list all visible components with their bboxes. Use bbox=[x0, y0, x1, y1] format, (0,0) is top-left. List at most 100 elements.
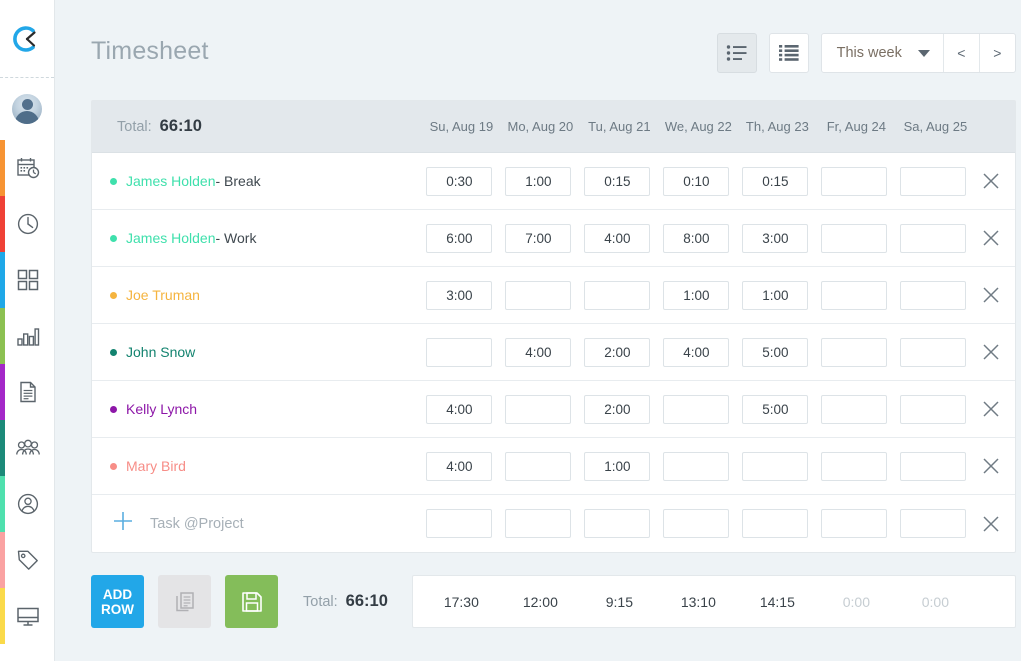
add-row-button[interactable]: ADD ROW bbox=[91, 575, 144, 628]
time-input[interactable] bbox=[426, 451, 493, 481]
delete-row-button[interactable] bbox=[975, 228, 1007, 248]
sidebar-item-reports[interactable] bbox=[0, 308, 55, 364]
time-input[interactable] bbox=[742, 509, 809, 538]
time-input[interactable] bbox=[505, 223, 572, 253]
task-user-name: James Holden bbox=[126, 230, 216, 246]
time-input[interactable] bbox=[900, 394, 967, 424]
row-label[interactable]: John Snow bbox=[92, 344, 195, 360]
time-input[interactable] bbox=[505, 394, 572, 424]
time-input[interactable] bbox=[426, 337, 493, 367]
time-input[interactable] bbox=[663, 451, 730, 481]
new-task-label[interactable]: Task @Project bbox=[92, 510, 244, 537]
group-icon bbox=[15, 439, 40, 455]
sidebar-item-calendar[interactable] bbox=[0, 140, 55, 196]
status-dot-icon bbox=[110, 291, 117, 299]
time-input[interactable] bbox=[505, 451, 572, 481]
time-cell bbox=[578, 394, 657, 424]
delete-row-button[interactable] bbox=[975, 342, 1007, 362]
time-input[interactable] bbox=[821, 280, 888, 310]
delete-row-button[interactable] bbox=[975, 285, 1007, 305]
sidebar-item-tags[interactable] bbox=[0, 532, 55, 588]
next-period-button[interactable]: > bbox=[978, 34, 1015, 72]
time-input[interactable] bbox=[742, 166, 809, 196]
row-time-cells bbox=[420, 166, 1015, 196]
time-input[interactable] bbox=[426, 166, 493, 196]
time-input[interactable] bbox=[900, 451, 967, 481]
view-toggle-detailed[interactable] bbox=[768, 33, 809, 73]
time-input[interactable] bbox=[663, 223, 730, 253]
time-input[interactable] bbox=[584, 509, 651, 538]
new-task-row: Task @Project bbox=[92, 495, 1015, 552]
time-input[interactable] bbox=[663, 337, 730, 367]
day-header: Su, Aug 19 bbox=[429, 119, 494, 134]
time-input[interactable] bbox=[426, 280, 493, 310]
time-input[interactable] bbox=[584, 394, 651, 424]
time-input[interactable] bbox=[505, 166, 572, 196]
time-input[interactable] bbox=[742, 451, 809, 481]
delete-row-button[interactable] bbox=[975, 171, 1007, 191]
row-label[interactable]: James Holden - Work bbox=[92, 230, 256, 246]
time-input[interactable] bbox=[505, 280, 572, 310]
time-input[interactable] bbox=[821, 166, 888, 196]
plus-icon bbox=[112, 510, 134, 537]
row-label[interactable]: James Holden - Break bbox=[92, 173, 261, 189]
table-row: Joe Truman bbox=[92, 267, 1015, 324]
new-task-placeholder: Task @Project bbox=[150, 515, 244, 532]
delete-row-button[interactable] bbox=[975, 399, 1007, 419]
sidebar-item-team[interactable] bbox=[0, 420, 55, 476]
time-input[interactable] bbox=[900, 337, 967, 367]
copy-button[interactable] bbox=[158, 575, 211, 628]
time-input[interactable] bbox=[584, 451, 651, 481]
time-input[interactable] bbox=[900, 166, 967, 196]
time-input[interactable] bbox=[821, 394, 888, 424]
time-input[interactable] bbox=[584, 166, 651, 196]
time-input[interactable] bbox=[742, 280, 809, 310]
time-input[interactable] bbox=[663, 509, 730, 538]
time-input[interactable] bbox=[821, 223, 888, 253]
time-input[interactable] bbox=[900, 509, 967, 538]
time-input[interactable] bbox=[663, 394, 730, 424]
row-label[interactable]: Mary Bird bbox=[92, 458, 186, 474]
row-label[interactable]: Joe Truman bbox=[92, 287, 200, 303]
time-input[interactable] bbox=[742, 394, 809, 424]
time-input[interactable] bbox=[663, 280, 730, 310]
time-input[interactable] bbox=[426, 394, 493, 424]
time-input[interactable] bbox=[584, 223, 651, 253]
sidebar-item-dashboard[interactable] bbox=[0, 252, 55, 308]
sidebar-item-kiosk[interactable] bbox=[0, 588, 55, 644]
delete-row-button[interactable] bbox=[975, 514, 1007, 534]
time-cell bbox=[578, 280, 657, 310]
time-input[interactable] bbox=[821, 337, 888, 367]
time-input[interactable] bbox=[584, 280, 651, 310]
sidebar-accent-bar bbox=[0, 476, 5, 532]
time-input[interactable] bbox=[900, 280, 967, 310]
time-input[interactable] bbox=[663, 166, 730, 196]
user-avatar[interactable] bbox=[0, 78, 54, 140]
delete-row-button[interactable] bbox=[975, 456, 1007, 476]
time-input[interactable] bbox=[742, 223, 809, 253]
time-input[interactable] bbox=[426, 509, 493, 538]
time-input[interactable] bbox=[505, 509, 572, 538]
time-cell bbox=[420, 166, 499, 196]
app-logo[interactable] bbox=[0, 0, 54, 78]
sidebar-item-time[interactable] bbox=[0, 196, 55, 252]
time-input[interactable] bbox=[505, 337, 572, 367]
sidebar-item-profile[interactable] bbox=[0, 476, 55, 532]
sidebar-accent-bar bbox=[0, 532, 5, 588]
day-total-value: 14:15 bbox=[759, 593, 795, 610]
time-input[interactable] bbox=[821, 509, 888, 538]
period-dropdown[interactable]: This week bbox=[822, 34, 943, 72]
sidebar-item-documents[interactable] bbox=[0, 364, 55, 420]
save-button[interactable] bbox=[225, 575, 278, 628]
time-input[interactable] bbox=[584, 337, 651, 367]
time-input[interactable] bbox=[821, 451, 888, 481]
previous-period-button[interactable]: < bbox=[942, 34, 979, 72]
time-cell bbox=[420, 280, 499, 310]
time-input[interactable] bbox=[426, 223, 493, 253]
time-input[interactable] bbox=[742, 337, 809, 367]
time-input[interactable] bbox=[900, 223, 967, 253]
row-label[interactable]: Kelly Lynch bbox=[92, 401, 197, 417]
close-icon bbox=[983, 401, 999, 417]
sidebar-accent-bar bbox=[0, 364, 5, 420]
view-toggle-list[interactable] bbox=[716, 33, 757, 73]
